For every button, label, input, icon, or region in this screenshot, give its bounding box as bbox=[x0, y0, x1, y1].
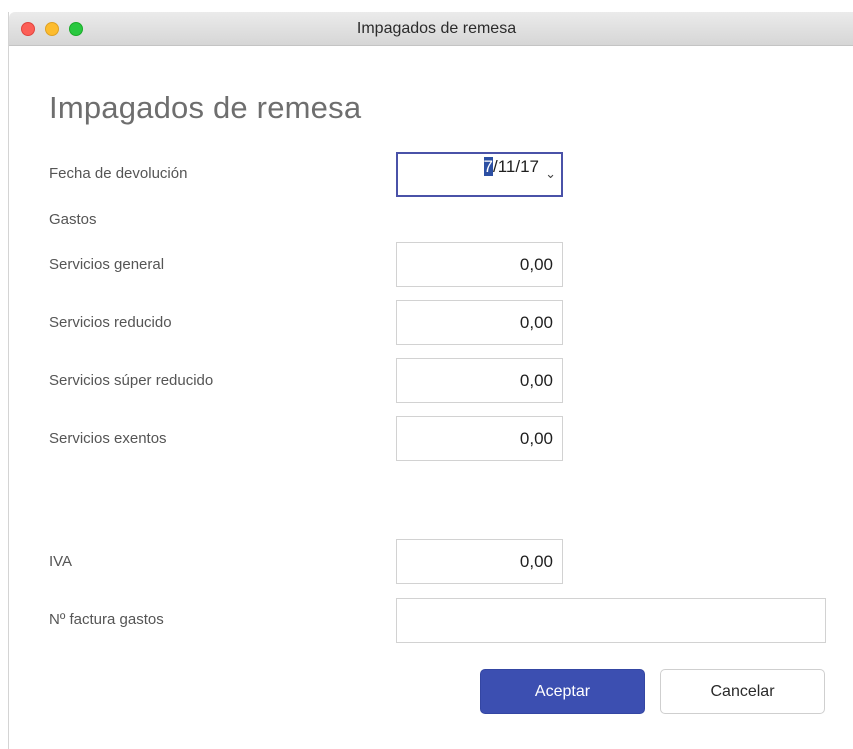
window-title: Impagados de remesa bbox=[356, 20, 517, 37]
page-title: Impagados de remesa bbox=[49, 90, 362, 125]
factura-gastos-label: Nº factura gastos bbox=[49, 611, 164, 628]
title-bar[interactable]: Impagados de remesa bbox=[9, 12, 853, 46]
date-day-segment[interactable]: 7 bbox=[483, 157, 493, 176]
fecha-devolucion-label: Fecha de devolución bbox=[49, 165, 188, 182]
servicios-exentos-label: Servicios exentos bbox=[49, 430, 167, 447]
date-rest-segment[interactable]: /11/17 bbox=[493, 157, 539, 176]
date-value[interactable]: 7/11/17 bbox=[483, 157, 539, 177]
servicios-super-reducido-label: Servicios súper reducido bbox=[49, 372, 214, 389]
gastos-label: Gastos bbox=[49, 211, 97, 228]
factura-gastos-input[interactable] bbox=[396, 598, 826, 643]
servicios-reducido-label: Servicios reducido bbox=[49, 314, 172, 331]
servicios-exentos-input[interactable]: 0,00 bbox=[396, 416, 563, 461]
servicios-general-label: Servicios general bbox=[49, 256, 165, 273]
iva-label: IVA bbox=[49, 553, 73, 570]
servicios-super-reducido-input[interactable]: 0,00 bbox=[396, 358, 563, 403]
fecha-devolucion-picker[interactable]: 7/11/17 ⌄ bbox=[396, 152, 563, 197]
servicios-reducido-input[interactable]: 0,00 bbox=[396, 300, 563, 345]
aceptar-button[interactable]: Aceptar bbox=[480, 669, 645, 714]
iva-input[interactable]: 0,00 bbox=[396, 539, 563, 584]
servicios-general-input[interactable]: 0,00 bbox=[396, 242, 563, 287]
chevron-down-icon[interactable]: ⌄ bbox=[545, 166, 556, 182]
dialog-window: Impagados de remesa Impagados de remesa … bbox=[8, 12, 853, 749]
cancelar-button[interactable]: Cancelar bbox=[660, 669, 825, 714]
